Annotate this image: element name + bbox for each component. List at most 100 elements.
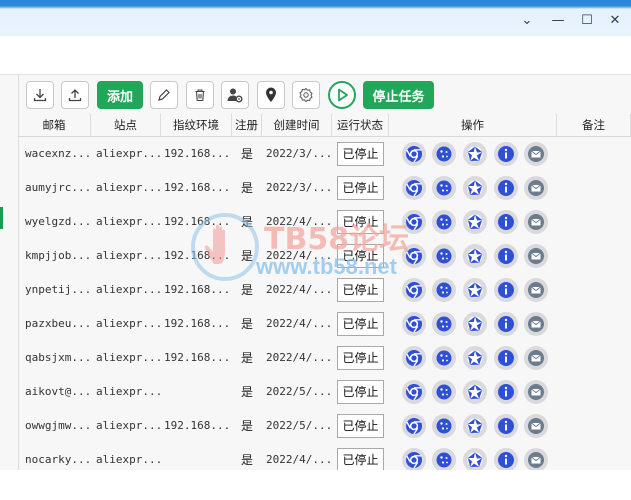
mail-icon[interactable] xyxy=(524,142,548,166)
cell-site: aliexpr... xyxy=(96,249,163,262)
chrome-icon[interactable] xyxy=(402,414,426,438)
cookie-icon[interactable] xyxy=(432,244,456,268)
cookie-icon[interactable] xyxy=(432,278,456,302)
status-stopped-button[interactable]: 已停止 xyxy=(337,380,384,404)
cell-registered: 是 xyxy=(241,147,254,161)
status-stopped-button[interactable]: 已停止 xyxy=(337,142,384,166)
aperture-icon[interactable] xyxy=(463,176,487,200)
header-site[interactable]: 站点 xyxy=(91,114,161,136)
table-row[interactable]: pazxbeu... aliexpr... 192.168... 是 2022/4/..… xyxy=(18,307,631,341)
info-icon[interactable] xyxy=(494,346,518,370)
chrome-icon[interactable] xyxy=(402,244,426,268)
header-created-time[interactable]: 创建时间 xyxy=(262,114,332,136)
chrome-icon[interactable] xyxy=(402,176,426,200)
table-row[interactable]: wacexnz... aliexpr... 192.168... 是 2022/3/..… xyxy=(18,137,631,171)
status-stopped-button[interactable]: 已停止 xyxy=(337,448,384,472)
cookie-icon[interactable] xyxy=(432,176,456,200)
close-icon[interactable]: ✕ xyxy=(608,14,622,28)
mail-icon[interactable] xyxy=(524,346,548,370)
cell-env: 192.168... xyxy=(164,351,231,364)
mail-icon[interactable] xyxy=(524,176,548,200)
table-row[interactable]: wyelgzd... aliexpr... 192.168... 是 2022/4/..… xyxy=(18,205,631,239)
delete-button[interactable] xyxy=(186,81,214,109)
header-email[interactable]: 邮箱 xyxy=(18,114,91,136)
status-stopped-button[interactable]: 已停止 xyxy=(337,346,384,370)
info-icon[interactable] xyxy=(494,210,518,234)
mail-icon[interactable] xyxy=(524,414,548,438)
cookie-icon[interactable] xyxy=(432,380,456,404)
stop-task-button[interactable]: 停止任务 xyxy=(363,81,434,109)
mail-icon[interactable] xyxy=(524,210,548,234)
cell-env: 192.168... xyxy=(164,215,231,228)
status-stopped-button[interactable]: 已停止 xyxy=(337,312,384,336)
left-nav-edge xyxy=(0,75,19,470)
aperture-icon[interactable] xyxy=(463,278,487,302)
header-actions[interactable]: 操作 xyxy=(389,114,557,136)
table-row[interactable]: aumyjrc... aliexpr... 192.168... 是 2022/3/..… xyxy=(18,171,631,205)
cell-site: aliexpr... xyxy=(96,419,163,432)
add-button[interactable]: 添加 xyxy=(97,81,143,109)
table-row[interactable]: qabsjxm... aliexpr... 192.168... 是 2022/4/..… xyxy=(18,341,631,375)
mail-icon[interactable] xyxy=(524,244,548,268)
header-env[interactable]: 指纹环境 xyxy=(161,114,232,136)
cookie-icon[interactable] xyxy=(432,312,456,336)
table-row[interactable]: kmpjjob... aliexpr... 192.168... 是 2022/4/..… xyxy=(18,239,631,273)
cookie-icon[interactable] xyxy=(432,414,456,438)
cookie-icon[interactable] xyxy=(432,448,456,472)
status-stopped-button[interactable]: 已停止 xyxy=(337,278,384,302)
info-icon[interactable] xyxy=(494,312,518,336)
info-icon[interactable] xyxy=(494,414,518,438)
header-registered[interactable]: 注册 xyxy=(232,114,262,136)
status-stopped-button[interactable]: 已停止 xyxy=(337,414,384,438)
chrome-icon[interactable] xyxy=(402,312,426,336)
cookie-icon[interactable] xyxy=(432,210,456,234)
info-icon[interactable] xyxy=(494,244,518,268)
chrome-icon[interactable] xyxy=(402,380,426,404)
aperture-icon[interactable] xyxy=(463,346,487,370)
info-icon[interactable] xyxy=(494,448,518,472)
cell-email: wacexnz... xyxy=(25,147,92,160)
aperture-icon[interactable] xyxy=(463,244,487,268)
info-icon[interactable] xyxy=(494,278,518,302)
minimize-icon[interactable]: — xyxy=(551,14,565,28)
aperture-icon[interactable] xyxy=(463,312,487,336)
header-run-status[interactable]: 运行状态 xyxy=(332,114,389,136)
info-icon[interactable] xyxy=(494,176,518,200)
aperture-icon[interactable] xyxy=(463,380,487,404)
mail-icon[interactable] xyxy=(524,380,548,404)
aperture-icon[interactable] xyxy=(463,448,487,472)
export-button[interactable] xyxy=(61,81,89,109)
settings-button[interactable] xyxy=(292,81,320,109)
info-icon[interactable] xyxy=(494,380,518,404)
info-icon[interactable] xyxy=(494,142,518,166)
mail-icon[interactable] xyxy=(524,448,548,472)
status-stopped-button[interactable]: 已停止 xyxy=(337,210,384,234)
chevron-down-icon[interactable]: ⌄ xyxy=(520,14,534,28)
status-stopped-button[interactable]: 已停止 xyxy=(337,244,384,268)
chrome-icon[interactable] xyxy=(402,278,426,302)
user-settings-button[interactable] xyxy=(221,81,249,109)
cell-registered: 是 xyxy=(241,249,254,263)
mail-icon[interactable] xyxy=(524,312,548,336)
aperture-icon[interactable] xyxy=(463,142,487,166)
import-button[interactable] xyxy=(26,81,54,109)
location-button[interactable] xyxy=(257,81,285,109)
maximize-icon[interactable]: ☐ xyxy=(580,14,594,28)
table-row[interactable]: ynpetij... aliexpr... 192.168... 是 2022/4/..… xyxy=(18,273,631,307)
download-icon xyxy=(33,89,47,102)
aperture-icon[interactable] xyxy=(463,414,487,438)
chrome-icon[interactable] xyxy=(402,346,426,370)
chrome-icon[interactable] xyxy=(402,210,426,234)
aperture-icon[interactable] xyxy=(463,210,487,234)
table-row[interactable]: owwgjmw... aliexpr... 192.168... 是 2022/5/..… xyxy=(18,409,631,443)
chrome-icon[interactable] xyxy=(402,448,426,472)
mail-icon[interactable] xyxy=(524,278,548,302)
cookie-icon[interactable] xyxy=(432,346,456,370)
chrome-icon[interactable] xyxy=(402,142,426,166)
cookie-icon[interactable] xyxy=(432,142,456,166)
start-button[interactable] xyxy=(328,81,356,109)
edit-button[interactable] xyxy=(150,81,178,109)
header-notes[interactable]: 备注 xyxy=(557,114,631,136)
status-stopped-button[interactable]: 已停止 xyxy=(337,176,384,200)
table-row[interactable]: aikovt@... aliexpr... 是 2022/5/... 已停止 xyxy=(18,375,631,409)
